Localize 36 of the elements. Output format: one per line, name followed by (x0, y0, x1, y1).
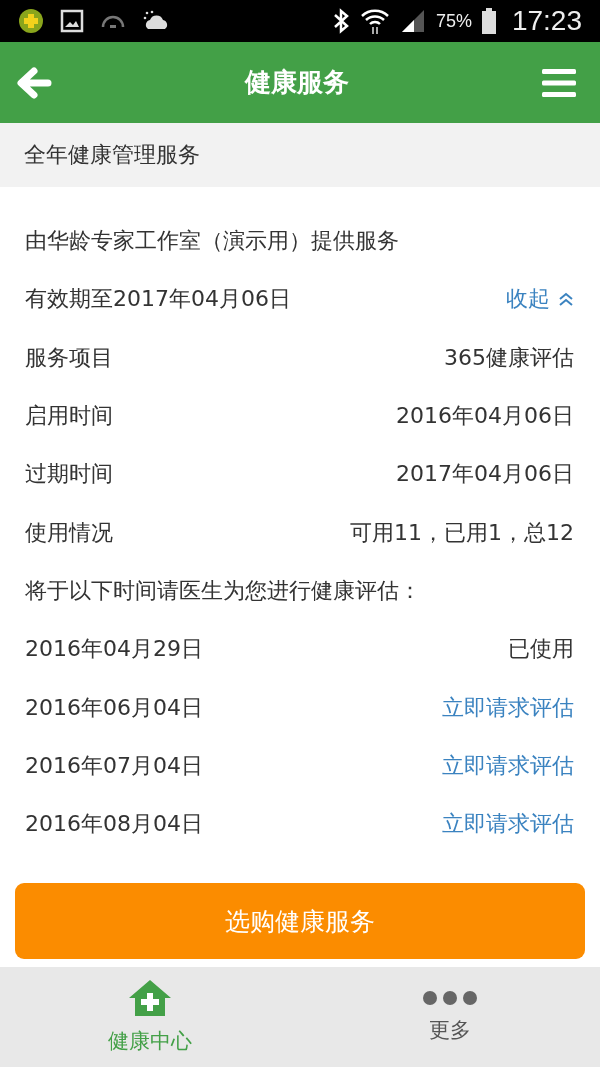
detail-label: 使用情况 (25, 518, 113, 547)
used-status: 已使用 (508, 635, 574, 664)
schedule-heading: 将于以下时间请医生为您进行健康评估： (25, 576, 421, 605)
collapse-link[interactable]: 收起 (506, 284, 574, 315)
detail-value: 365健康评估 (444, 343, 574, 372)
detail-label: 服务项目 (25, 343, 113, 372)
detail-value: 2017年04月06日 (396, 460, 574, 489)
provider-text: 由华龄专家工作室（演示用）提供服务 (25, 227, 399, 256)
battery-percent: 75% (435, 10, 472, 32)
schedule-date: 2016年04月29日 (25, 635, 203, 664)
wifi-icon (359, 7, 390, 35)
image-icon (60, 9, 84, 33)
menu-icon[interactable] (542, 68, 576, 97)
request-link[interactable]: 立即请求评估 (442, 750, 574, 781)
purchase-button[interactable]: 选购健康服务 (15, 883, 585, 959)
request-link[interactable]: 立即请求评估 (442, 809, 574, 840)
page-title: 健康服务 (245, 66, 349, 99)
back-arrow-icon[interactable] (16, 65, 52, 100)
home-plus-icon (128, 979, 172, 1017)
more-icon (422, 990, 478, 1006)
schedule-date: 2016年08月04日 (25, 810, 203, 839)
detail-label: 启用时间 (25, 402, 113, 431)
detail-label: 过期时间 (25, 460, 113, 489)
tab[interactable]: 更多 (300, 967, 600, 1067)
detail-value: 可用11，已用1，总12 (350, 518, 574, 547)
request-link[interactable]: 立即请求评估 (442, 692, 574, 723)
battery-icon (481, 8, 496, 34)
schedule-date: 2016年06月04日 (25, 693, 203, 722)
schedule-date: 2016年07月04日 (25, 751, 203, 780)
app-icon (18, 8, 44, 34)
tab[interactable]: 健康中心 (0, 967, 300, 1067)
clock-time: 17:23 (511, 5, 582, 37)
validity-text: 有效期至2017年04月06日 (25, 285, 291, 314)
chevron-icon (558, 291, 574, 308)
detail-value: 2016年04月06日 (396, 402, 574, 431)
section-title: 全年健康管理服务 (24, 141, 200, 169)
